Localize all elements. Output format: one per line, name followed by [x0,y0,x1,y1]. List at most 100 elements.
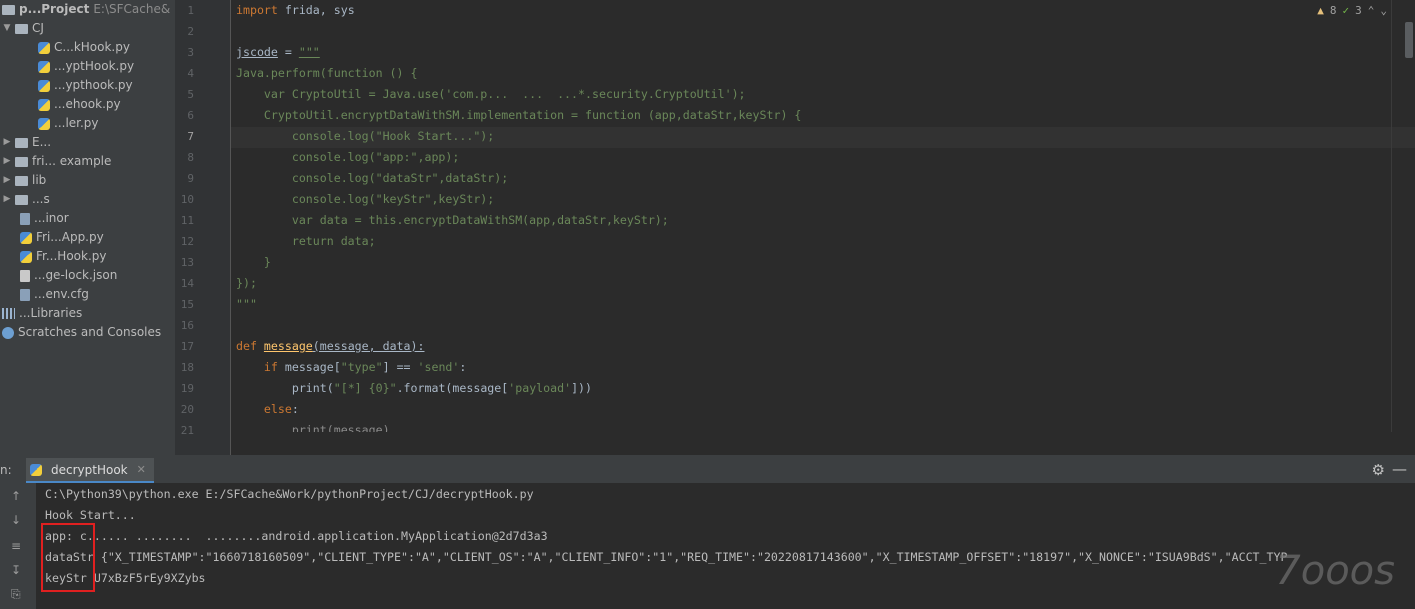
code-line-17[interactable]: def message(message, data): [236,336,424,357]
watermark: 7ooos [1275,548,1395,594]
code-line-4[interactable]: Java.perform(function () { [236,63,417,84]
code-line-10[interactable]: console.log("keyStr",keyStr); [236,189,494,210]
line-number: 3 [187,46,194,59]
print-icon[interactable]: ⎘ [11,587,21,602]
string-literal: "type" [340,360,383,374]
code-line-21[interactable]: print(message) [236,420,390,432]
arrow-up-icon[interactable]: ↑ [11,489,21,503]
file-label: Fri...App.py [36,230,104,244]
code-line-6[interactable]: CryptoUtil.encryptDataWithSM.implementat… [236,105,801,126]
string-literal: """ [298,45,320,59]
tab-label: decryptHook [51,462,128,477]
line-number: 17 [180,340,194,353]
chevron-right-icon[interactable]: ▶ [2,152,12,171]
gear-icon[interactable]: ⚙ [1372,461,1385,479]
code-text: : [459,360,467,374]
tree-file[interactable]: ...ypthook.py [38,76,133,95]
tree-file[interactable]: ...inor [20,209,69,228]
python-file-icon [20,231,32,244]
line-number: 19 [180,382,194,395]
highlight-box [41,523,95,592]
right-margin-guide [1391,0,1392,432]
code-line-15[interactable]: """ [236,294,257,315]
console-line: dataStr {"X_TIMESTAMP":"1660718160509","… [45,550,1288,564]
folder-label: E... [32,135,52,149]
line-number: 7 [187,130,194,143]
code-line-11[interactable]: var data = this.encryptDataWithSM(app,da… [236,210,669,231]
chevron-right-icon[interactable]: ▶ [2,190,12,209]
tree-folder-cj[interactable]: ▼ CJ [2,19,44,38]
line-number: 12 [180,235,194,248]
tree-file[interactable]: Fri...App.py [20,228,104,247]
line-number: 8 [187,151,194,164]
scroll-to-end-icon[interactable]: ↧ [11,563,21,577]
tree-file[interactable]: Fr...Hook.py [20,247,107,266]
scrollbar-thumb[interactable] [1405,22,1413,58]
code-line-7[interactable]: console.log("Hook Start..."); [236,126,494,147]
code-line-19[interactable]: print("[*] {0}".format(message['payload'… [236,378,592,399]
console-line: C:\Python39\python.exe E:/SFCache&Work/p… [45,487,534,501]
folder-icon [15,137,28,148]
chevron-right-icon[interactable]: ▶ [2,171,12,190]
line-number: 4 [187,67,194,80]
folder-label: ...s [32,192,50,206]
tree-file[interactable]: ...ge-lock.json [20,266,117,285]
file-label: ...env.cfg [34,287,89,301]
code-line-20[interactable]: else: [236,399,299,420]
keyword: import [236,3,278,17]
keyword: if [236,360,278,374]
code-text: = [277,45,299,59]
tree-folder[interactable]: ▶ ...s [2,190,50,209]
line-number: 2 [187,25,194,38]
line-number: 10 [180,193,194,206]
file-icon [20,212,30,225]
chevron-down-icon[interactable]: ▼ [2,19,12,38]
code-line-18[interactable]: if message["type"] == 'send': [236,357,466,378]
tree-file[interactable]: C...kHook.py [38,38,130,57]
minimize-icon[interactable]: — [1392,460,1407,478]
code-line-12[interactable]: return data; [236,231,376,252]
tree-file[interactable]: ...ler.py [38,114,99,133]
code-line-14[interactable]: }); [236,273,257,294]
code-text: .format(message[ [396,381,509,395]
ok-count: 3 [1355,4,1362,17]
arrow-down-icon[interactable]: ↓ [11,513,21,527]
code-line-13[interactable]: } [236,252,271,273]
line-number: 16 [180,319,194,332]
code-editor[interactable]: import frida, sys jscode = """ Java.perf… [231,0,1415,432]
chevron-down-icon[interactable]: ⌄ [1380,4,1387,17]
folder-icon [15,23,28,34]
code-line-3[interactable]: jscode = """ [236,42,320,63]
file-label: Fr...Hook.py [36,249,107,263]
project-path: E:\SFCache& [93,2,171,16]
python-file-icon [38,60,50,73]
tree-root[interactable]: p...Project E:\SFCache& [2,0,170,19]
close-icon[interactable]: ✕ [137,463,146,476]
tree-folder[interactable]: ▶ fri... example [2,152,112,171]
soft-wrap-icon[interactable]: ≡ [11,539,21,553]
code-line-5[interactable]: var CryptoUtil = Java.use('com.p... ... … [236,84,746,105]
tab-decrypthook[interactable]: decryptHook ✕ [26,458,154,483]
tree-file[interactable]: ...env.cfg [20,285,89,304]
code-line-1[interactable]: import frida, sys [236,0,355,21]
chevron-right-icon[interactable]: ▶ [2,133,12,152]
console-output[interactable]: C:\Python39\python.exe E:/SFCache&Work/p… [37,483,1415,609]
chevron-up-icon[interactable]: ⌃ [1368,4,1375,17]
tree-file[interactable]: ...yptHook.py [38,57,134,76]
tree-libraries[interactable]: ...Libraries [2,304,82,323]
file-label: ...ler.py [54,116,99,130]
tree-folder[interactable]: ▶ E... [2,133,52,152]
python-file-icon [20,250,32,263]
code-text: ])) [571,381,593,395]
python-file-icon [38,79,50,92]
line-number: 9 [187,172,194,185]
code-text: ] == [382,360,418,374]
tree-file[interactable]: ...ehook.py [38,95,121,114]
inspection-widget[interactable]: ▲ 8 ✓ 3 ⌃ ⌄ [1317,4,1387,17]
code-line-9[interactable]: console.log("dataStr",dataStr); [236,168,508,189]
code-line-8[interactable]: console.log("app:",app); [236,147,460,168]
string-literal: "[*] {0}" [333,381,397,395]
tree-folder[interactable]: ▶ lib [2,171,47,190]
code-text: print( [236,381,334,395]
tree-scratches[interactable]: Scratches and Consoles [2,323,161,342]
